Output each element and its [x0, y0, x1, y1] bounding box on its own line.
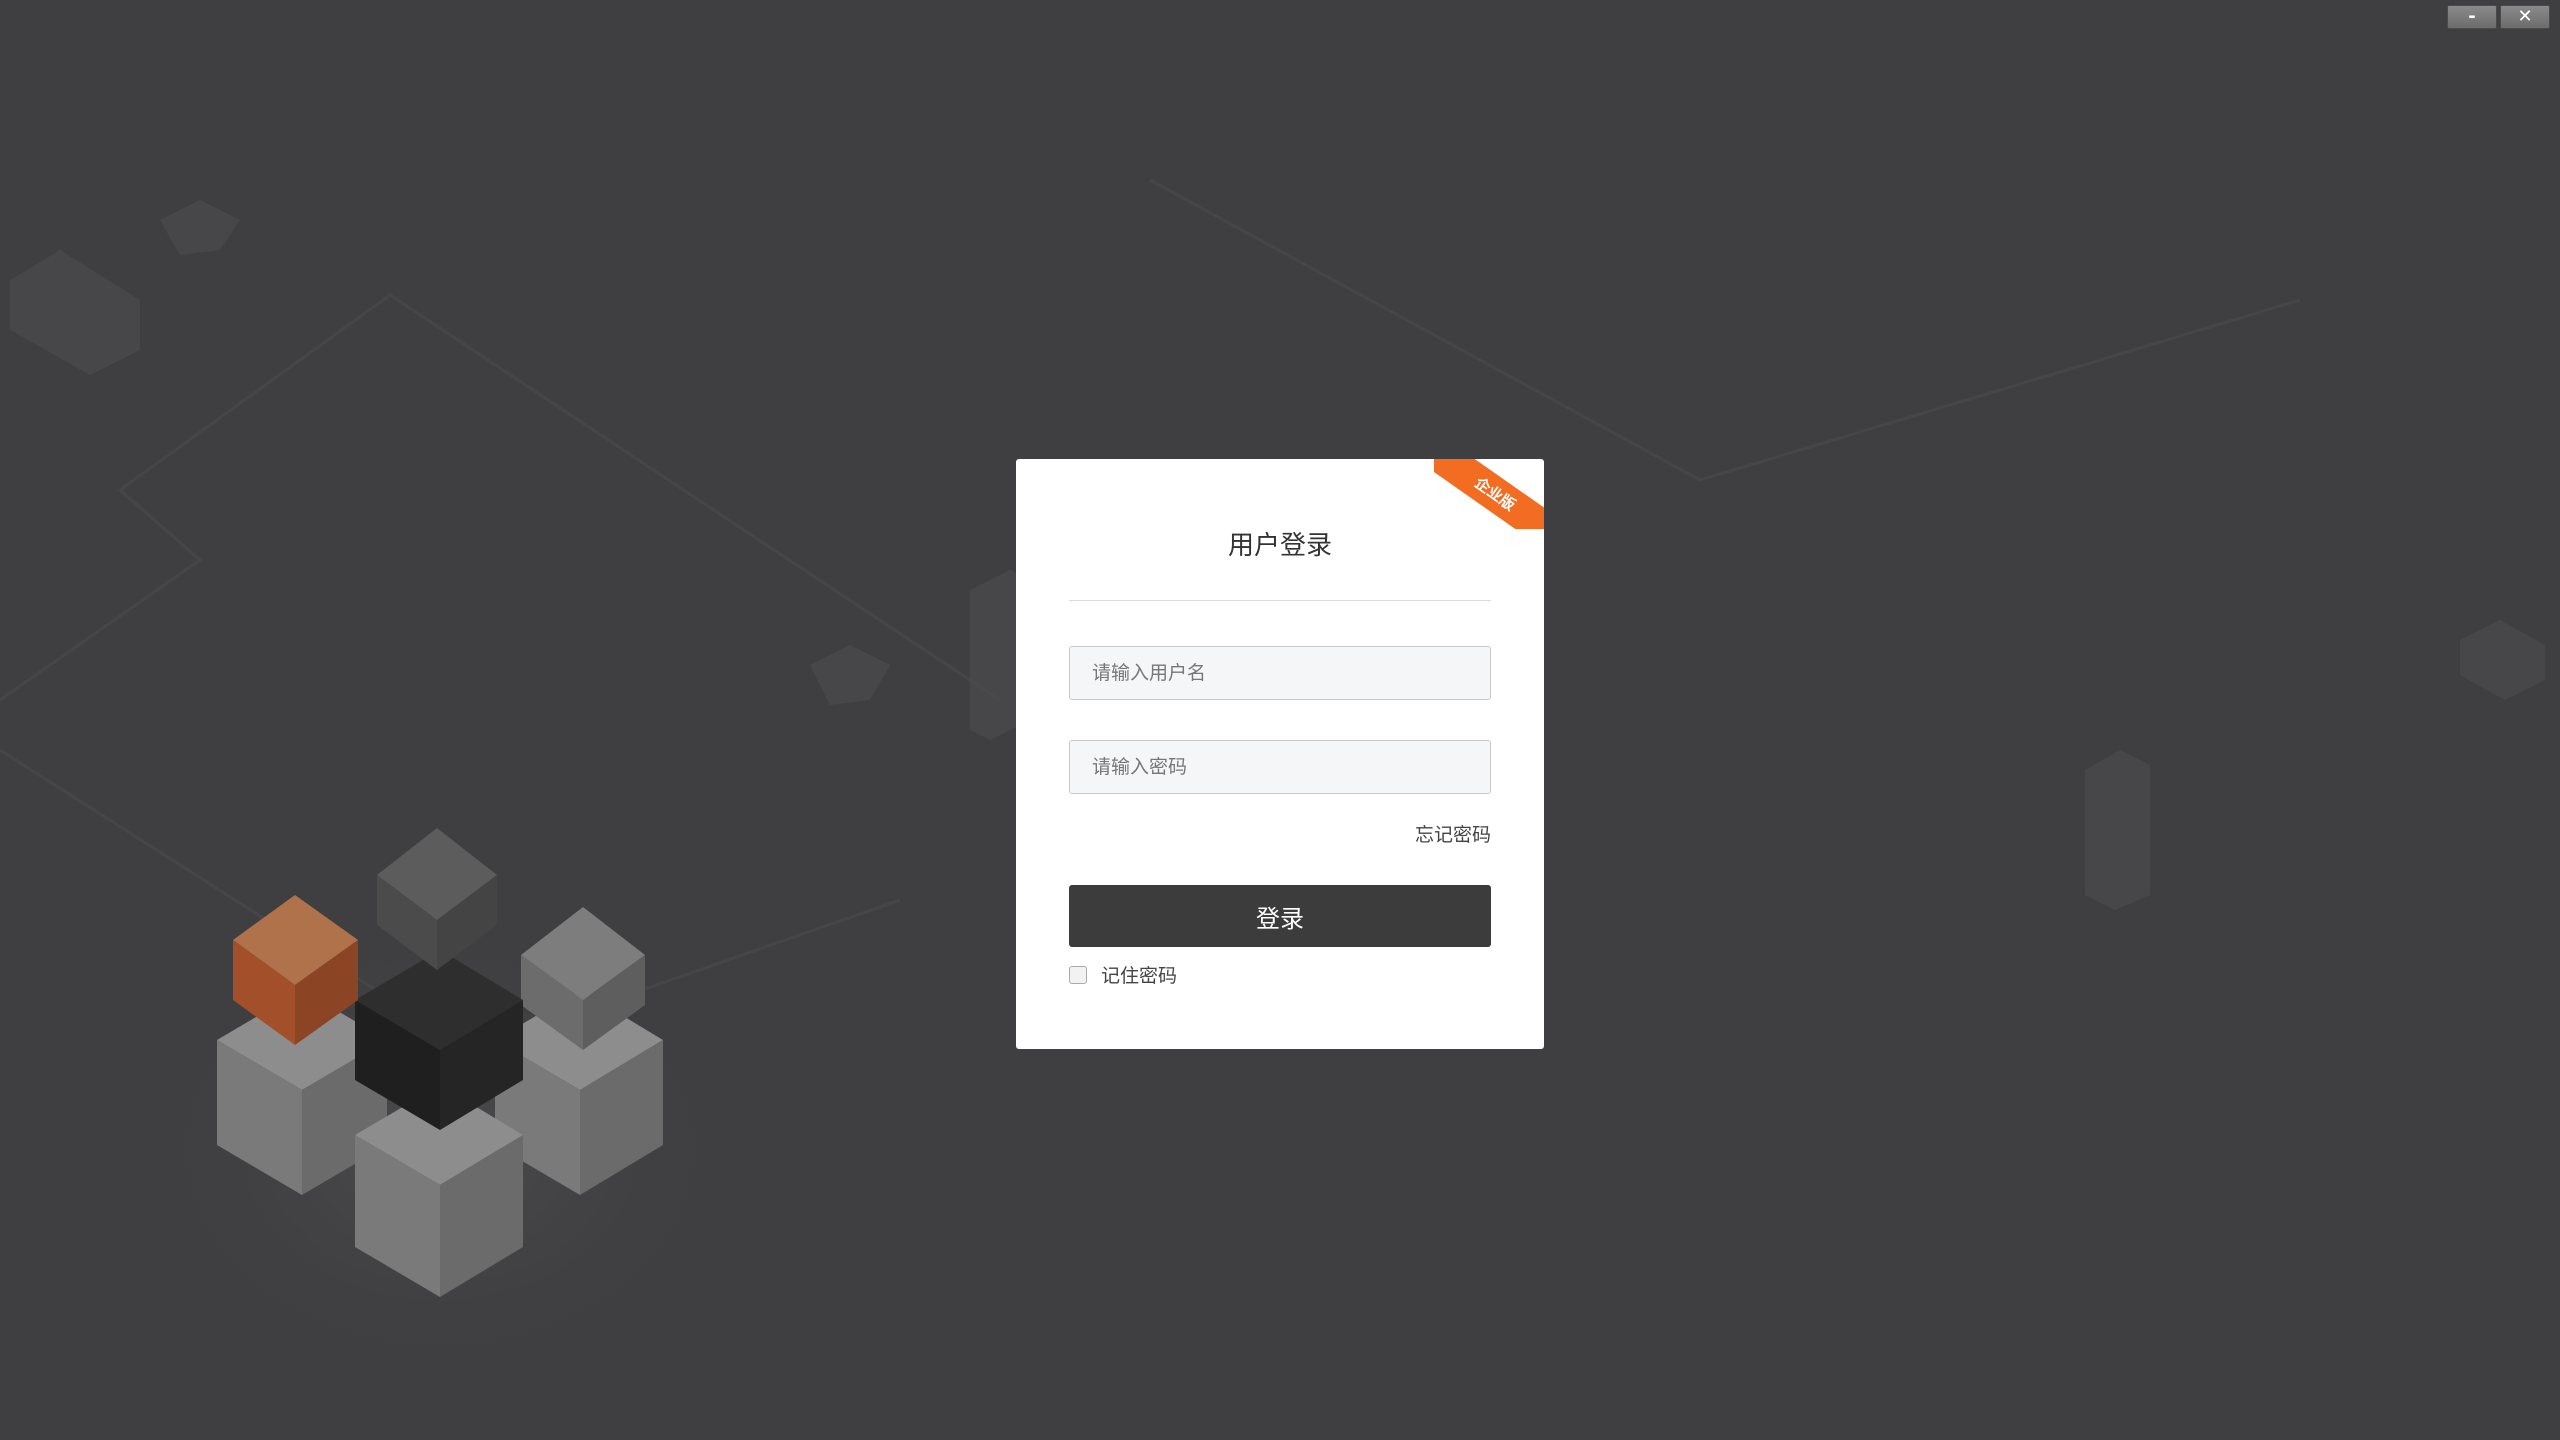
- forgot-password-link[interactable]: 忘记密码: [1415, 820, 1491, 847]
- minimize-button[interactable]: -: [2447, 5, 2497, 29]
- remember-label: 记住密码: [1101, 965, 1178, 987]
- remember-password[interactable]: 记住密码: [1069, 961, 1177, 988]
- password-input[interactable]: [1069, 740, 1491, 794]
- window-controls: - ✕: [2447, 5, 2550, 29]
- username-input[interactable]: [1069, 646, 1491, 700]
- remember-checkbox[interactable]: [1069, 965, 1087, 984]
- title-divider: [1069, 600, 1491, 601]
- edition-badge: 企业版: [1434, 459, 1544, 529]
- login-title: 用户登录: [1227, 531, 1332, 561]
- login-card: 企业版 用户登录 忘记密码 登录 记住密码: [1016, 459, 1544, 1049]
- close-button[interactable]: ✕: [2500, 5, 2550, 29]
- edition-ribbon: 企业版: [1434, 459, 1544, 529]
- login-button[interactable]: 登录: [1069, 885, 1491, 947]
